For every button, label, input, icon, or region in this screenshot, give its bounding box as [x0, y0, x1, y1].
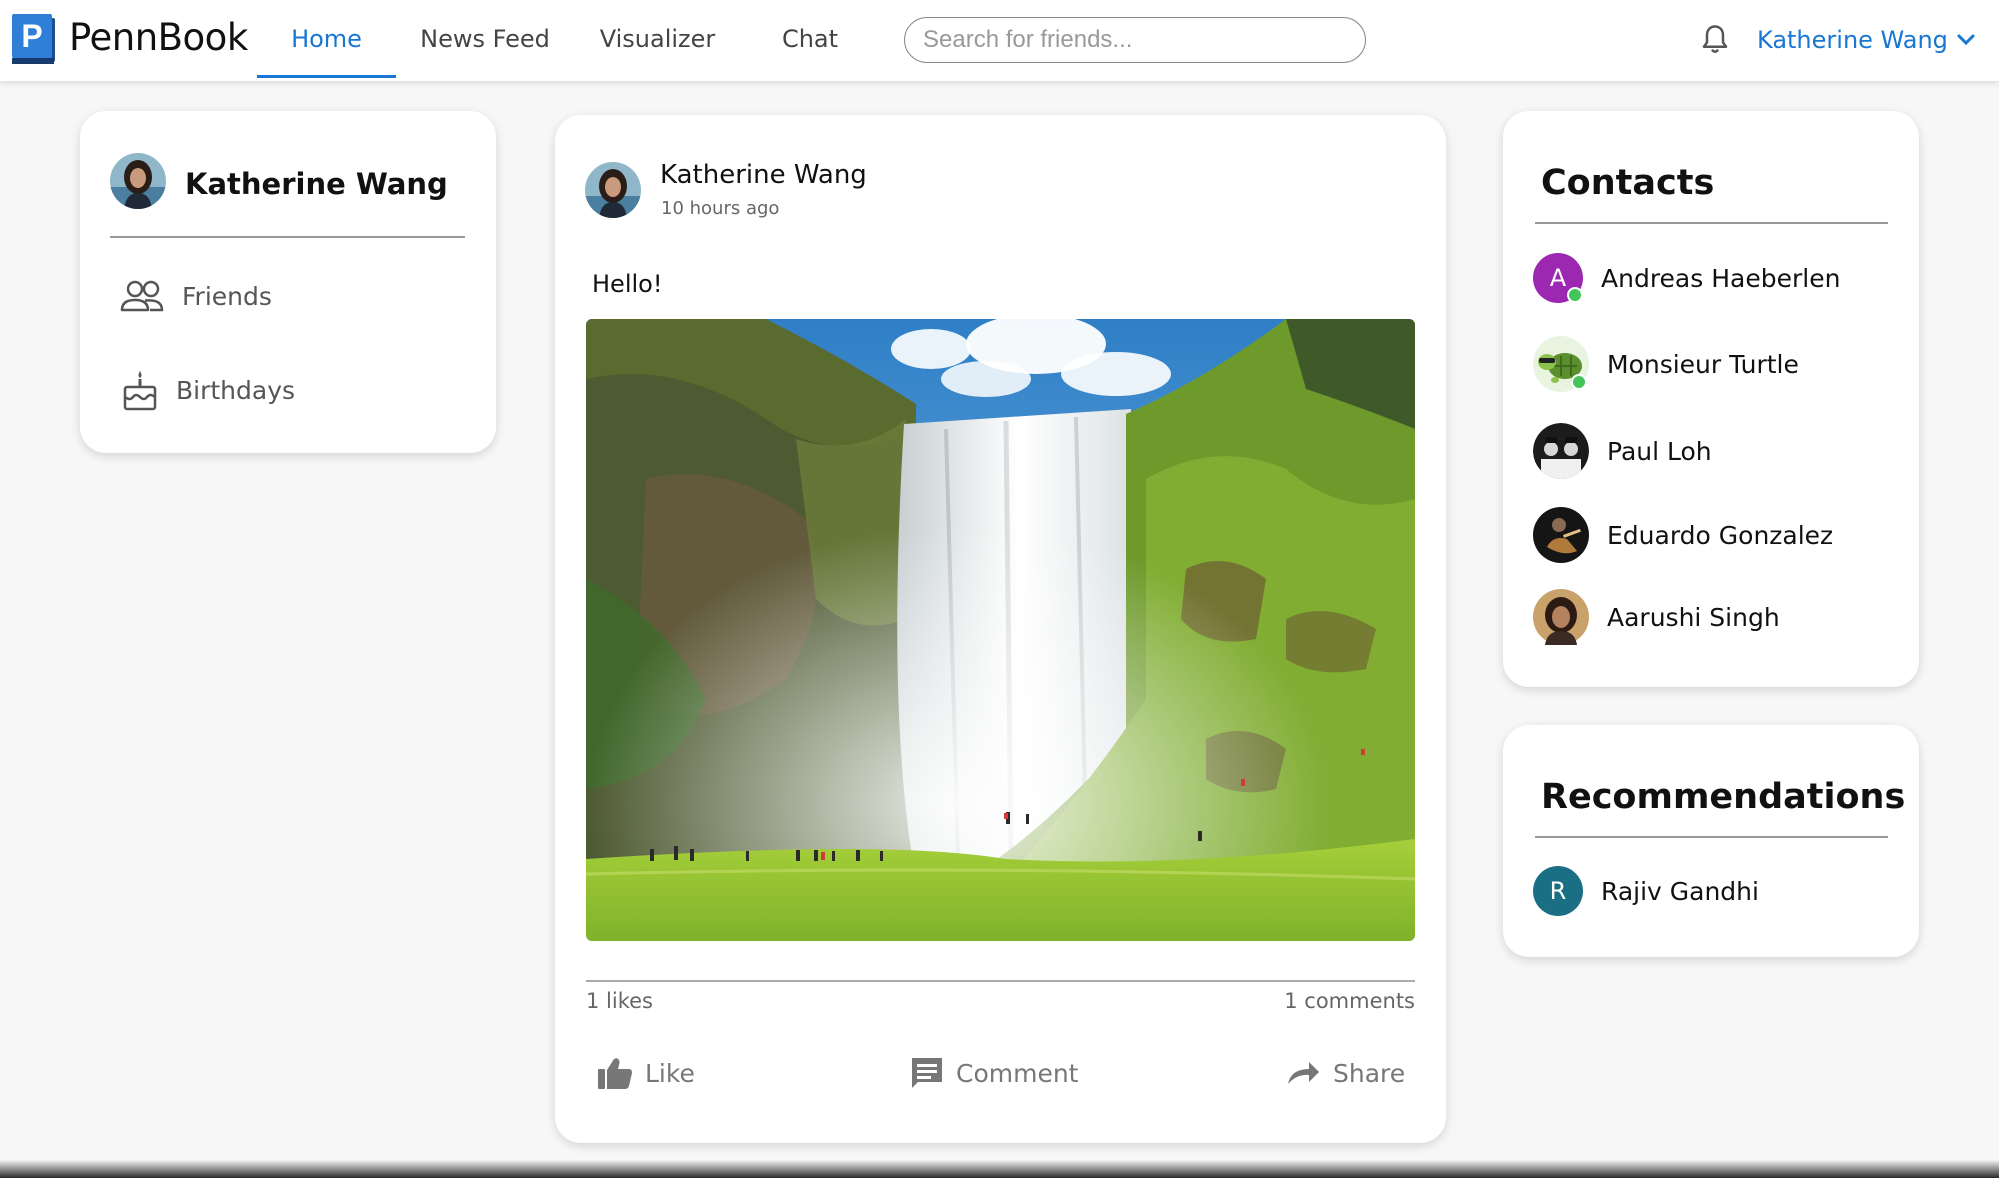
- post-card: Katherine Wang 10 hours ago Hello! 1 lik…: [555, 115, 1446, 1143]
- recommendations-card: Recommendations R Rajiv Gandhi: [1503, 725, 1919, 957]
- contact-item[interactable]: Paul Loh: [1533, 423, 1893, 479]
- profile-name: Katherine Wang: [185, 167, 448, 201]
- post-timestamp: 10 hours ago: [661, 198, 780, 219]
- window-bottom-edge: [0, 1160, 1999, 1178]
- share-button[interactable]: Share: [1285, 1051, 1405, 1095]
- share-arrow-icon: [1288, 1062, 1319, 1084]
- contacts-card: Contacts A Andreas Haeberlen Monsieur Tu…: [1503, 111, 1919, 687]
- contact-name: Paul Loh: [1607, 436, 1712, 466]
- likes-count[interactable]: 1 likes: [586, 989, 653, 1013]
- online-indicator: [1567, 287, 1583, 303]
- sidebar-item-birthdays[interactable]: Birthdays: [122, 369, 295, 411]
- search-input[interactable]: [904, 17, 1366, 63]
- brand-name: PennBook: [69, 16, 248, 59]
- recommendations-divider: [1535, 836, 1888, 838]
- contact-item[interactable]: Eduardo Gonzalez: [1533, 507, 1893, 563]
- thumbs-up-icon: [598, 1058, 632, 1089]
- post-text: Hello!: [592, 270, 663, 298]
- chevron-down-icon: [1957, 34, 1975, 46]
- logo-letter: P: [21, 18, 42, 54]
- recommendation-name: Rajiv Gandhi: [1601, 876, 1759, 906]
- post-author-avatar[interactable]: [585, 162, 641, 218]
- contact-name: Monsieur Turtle: [1607, 349, 1799, 379]
- share-label: Share: [1333, 1058, 1406, 1088]
- recommendation-item[interactable]: R Rajiv Gandhi: [1533, 863, 1893, 919]
- tab-news-feed[interactable]: News Feed: [405, 0, 565, 78]
- contact-avatar: [1533, 589, 1589, 645]
- comments-count[interactable]: 1 comments: [1284, 989, 1415, 1013]
- contact-avatar: [1533, 507, 1589, 563]
- recommendations-title: Recommendations: [1541, 777, 1906, 817]
- contact-name: Andreas Haeberlen: [1601, 263, 1841, 293]
- profile-avatar[interactable]: [110, 153, 166, 209]
- tab-home[interactable]: Home: [257, 0, 396, 78]
- profile-card: Katherine Wang Friends Birthdays: [80, 111, 496, 453]
- sidebar-item-friends[interactable]: Friends: [120, 279, 272, 313]
- people-icon: [120, 280, 164, 312]
- contact-item[interactable]: Aarushi Singh: [1533, 589, 1893, 645]
- waterfall-photo[interactable]: [586, 319, 1415, 941]
- comment-icon: [912, 1058, 942, 1088]
- post-divider: [586, 980, 1415, 982]
- comment-label: Comment: [956, 1058, 1079, 1088]
- post-author-name[interactable]: Katherine Wang: [660, 160, 867, 190]
- like-button[interactable]: Like: [597, 1051, 695, 1095]
- user-menu[interactable]: Katherine Wang: [1757, 22, 1976, 58]
- online-indicator: [1571, 374, 1587, 390]
- user-menu-name: Katherine Wang: [1757, 26, 1948, 54]
- recommendation-avatar: R: [1533, 866, 1583, 916]
- contact-avatar: [1533, 423, 1589, 479]
- contacts-title: Contacts: [1541, 163, 1715, 203]
- pennbook-logo[interactable]: P: [12, 12, 57, 66]
- like-label: Like: [645, 1058, 695, 1088]
- sidebar-item-label: Friends: [182, 281, 272, 311]
- sidebar-item-label: Birthdays: [176, 375, 296, 405]
- contact-name: Eduardo Gonzalez: [1607, 520, 1834, 550]
- tab-visualizer[interactable]: Visualizer: [585, 0, 730, 78]
- top-navigation-bar: P PennBook Home News Feed Visualizer Cha…: [0, 0, 1999, 81]
- contacts-divider: [1535, 222, 1888, 224]
- profile-divider: [110, 236, 465, 238]
- contact-item[interactable]: A Andreas Haeberlen: [1533, 250, 1893, 306]
- tab-chat[interactable]: Chat: [760, 0, 860, 78]
- notifications-bell-icon[interactable]: [1700, 24, 1730, 56]
- contact-name: Aarushi Singh: [1607, 602, 1780, 632]
- comment-button[interactable]: Comment: [910, 1051, 1079, 1095]
- cake-icon: [123, 371, 157, 411]
- contact-item[interactable]: Monsieur Turtle: [1533, 336, 1893, 392]
